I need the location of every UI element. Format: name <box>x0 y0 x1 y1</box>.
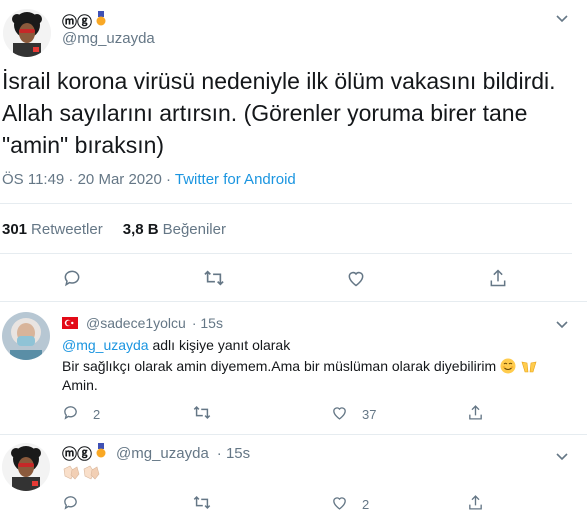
retweets-stat[interactable]: 301 Retweetler <box>2 221 103 238</box>
reply2-name-row: ⓜⓖ @mg_uzayda · 15s <box>62 443 250 464</box>
reply2-time[interactable]: · 15s <box>217 445 250 462</box>
retweet-icon[interactable] <box>192 494 212 516</box>
divider <box>0 434 587 435</box>
replying-to-handle[interactable]: @mg_uzayda <box>62 337 149 353</box>
retweets-label: Retweetler <box>31 221 103 238</box>
likes-stat[interactable]: 3,8 B Beğeniler <box>123 221 226 238</box>
open-hands-emoji-icon <box>520 358 538 374</box>
author-name-row: ⓜⓖ <box>62 11 106 32</box>
share-icon[interactable] <box>488 268 508 293</box>
divider <box>0 253 572 254</box>
reply-text-line2: Amin. <box>62 377 98 393</box>
author-handle[interactable]: @mg_uzayda <box>62 30 155 47</box>
like-count: 2 <box>362 496 370 512</box>
like-action[interactable]: 37 <box>331 404 376 424</box>
reply2-display-name[interactable]: ⓜⓖ <box>62 443 92 464</box>
likes-label: Beğeniler <box>162 221 226 238</box>
tweet-text: İsrail korona virüsü nedeniyle ilk ölüm … <box>2 65 582 161</box>
like-count: 37 <box>362 406 377 422</box>
tweet-text-line: "amin" bıraksın) <box>2 132 165 158</box>
author-avatar[interactable] <box>3 9 51 57</box>
tweet-text-line: İsrail korona virüsü nedeniyle ilk ölüm … <box>2 68 556 94</box>
reply-handle-text[interactable]: @sadece1yolcu <box>86 315 186 331</box>
chevron-down-icon[interactable] <box>556 316 568 334</box>
medal-icon <box>96 443 106 464</box>
reply-text: Bir sağlıkçı olarak amin diyemem.Ama bir… <box>62 357 587 395</box>
reply-time[interactable]: · 15s <box>192 315 223 331</box>
turkey-flag-icon <box>62 316 78 334</box>
divider <box>0 301 587 302</box>
reply2-author-avatar[interactable] <box>2 443 50 491</box>
retweet-icon[interactable] <box>192 404 212 426</box>
tweet-stats: 301 Retweetler 3,8 B Beğeniler <box>2 221 226 238</box>
heart-icon[interactable] <box>346 268 366 293</box>
tweet-timestamp[interactable]: ÖS 11:49 · 20 Mar 2020 · <box>2 171 175 188</box>
replying-to-suffix: adlı kişiye yanıt olarak <box>148 337 291 353</box>
reply-text-line1: Bir sağlıkçı olarak amin diyemem.Ama bir… <box>62 358 497 374</box>
chevron-down-icon[interactable] <box>556 10 568 28</box>
reply-count: 2 <box>93 406 101 422</box>
clapping-hands-emoji-icon <box>62 465 102 486</box>
retweets-count: 301 <box>2 221 28 238</box>
replying-to: @mg_uzayda adlı kişiye yanıt olarak <box>62 336 290 355</box>
reply-icon <box>62 404 79 424</box>
reply-icon[interactable] <box>62 268 82 293</box>
reply2-handle[interactable]: @mg_uzayda <box>116 445 209 462</box>
tweet-meta: ÖS 11:49 · 20 Mar 2020 · Twitter for And… <box>2 171 296 188</box>
reply-text-line: Bir sağlıkçı olarak amin diyemem.Ama bir… <box>62 357 587 376</box>
heart-icon <box>331 494 348 514</box>
reply-icon[interactable] <box>62 494 79 516</box>
reply-author-avatar[interactable] <box>2 312 50 360</box>
likes-count: 3,8 B <box>122 221 159 238</box>
medal-icon <box>96 11 106 32</box>
retweet-icon[interactable] <box>203 268 225 293</box>
tweet-source-link[interactable]: Twitter for Android <box>175 171 296 188</box>
like-action[interactable]: 2 <box>331 494 369 514</box>
share-icon[interactable] <box>467 404 484 426</box>
smiling-face-emoji-icon <box>500 358 516 374</box>
chevron-down-icon[interactable] <box>556 448 568 466</box>
tweet-text-line: Allah sayılarını artırsın. (Görenler yor… <box>2 100 528 126</box>
heart-icon <box>331 404 348 424</box>
author-display-name[interactable]: ⓜⓖ <box>62 11 92 32</box>
divider <box>0 203 572 204</box>
reply-action[interactable]: 2 <box>62 404 100 424</box>
share-icon[interactable] <box>467 494 484 516</box>
reply-author-handle: @sadece1yolcu · 15s <box>86 315 223 331</box>
